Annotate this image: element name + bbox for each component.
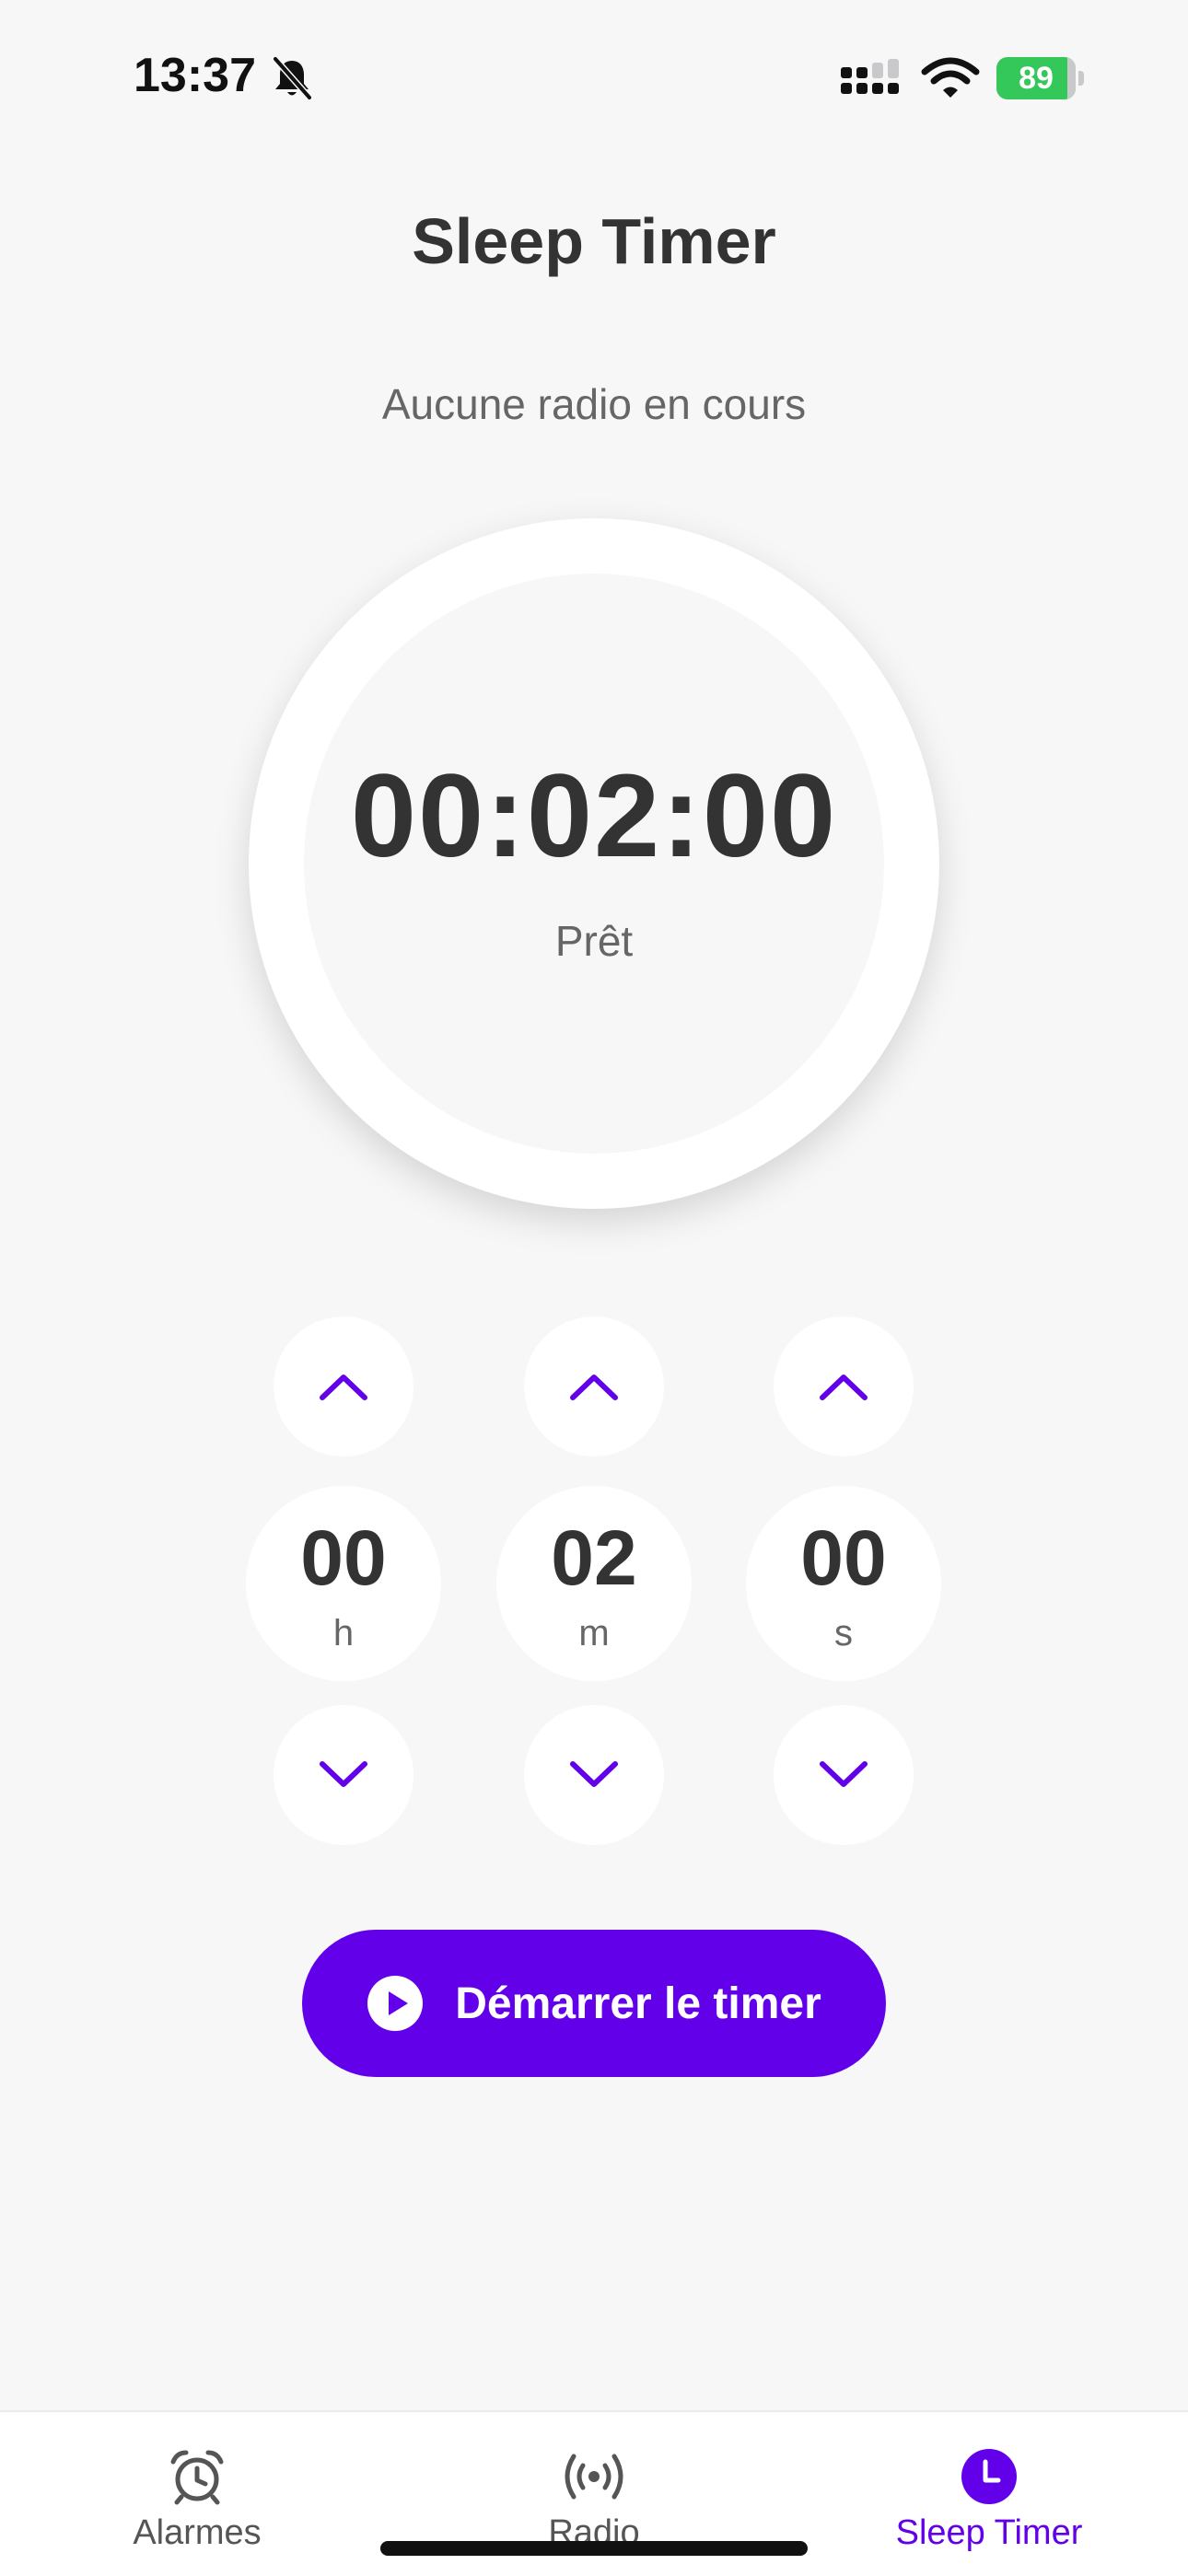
clock-icon	[961, 2449, 1017, 2504]
timer-display: 00:02:00	[350, 750, 838, 882]
chevron-up-icon	[820, 1375, 868, 1400]
minutes-value-display: 02 m	[496, 1486, 692, 1681]
seconds-decrement-button[interactable]	[774, 1705, 914, 1845]
hours-stepper: 00 h	[246, 1317, 441, 1851]
chevron-up-icon	[320, 1375, 367, 1400]
minutes-stepper: 02 m	[496, 1317, 692, 1851]
tab-alarmes[interactable]: Alarmes	[59, 2412, 335, 2576]
hours-value: 00	[300, 1514, 387, 1601]
chevron-down-icon	[820, 1761, 868, 1787]
chevron-up-icon	[570, 1375, 618, 1400]
radio-status-text: Aucune radio en cours	[381, 380, 807, 428]
home-indicator	[380, 2541, 808, 2556]
chevron-down-icon	[570, 1761, 618, 1787]
tab-sleep-timer-label: Sleep Timer	[895, 2513, 1083, 2552]
page-title: Sleep Timer	[412, 205, 776, 277]
battery-charging-icon: 89	[996, 57, 1085, 99]
seconds-unit: s	[834, 1613, 853, 1654]
play-circle-icon	[367, 1976, 424, 2031]
seconds-value-display: 00 s	[746, 1486, 941, 1681]
chevron-down-icon	[320, 1761, 367, 1787]
minutes-unit: m	[578, 1613, 610, 1654]
hours-unit: h	[332, 1613, 355, 1654]
timer-status: Prêt	[554, 917, 634, 965]
minutes-value: 02	[551, 1514, 637, 1601]
tab-sleep-timer[interactable]: Sleep Timer	[851, 2412, 1127, 2576]
tab-alarmes-label: Alarmes	[133, 2513, 262, 2552]
hours-decrement-button[interactable]	[274, 1705, 413, 1845]
hours-value-display: 00 h	[246, 1486, 441, 1681]
bell-slash-icon	[273, 56, 312, 100]
status-time: 13:37	[134, 49, 256, 102]
cellular-signal-icon	[841, 59, 899, 94]
wifi-icon	[921, 57, 980, 98]
hours-increment-button[interactable]	[274, 1317, 413, 1456]
status-bar: 13:37 89	[0, 0, 1188, 157]
minutes-increment-button[interactable]	[524, 1317, 664, 1456]
seconds-stepper: 00 s	[746, 1317, 941, 1851]
timer-ring: 00:02:00 Prêt	[249, 518, 939, 1209]
radio-broadcast-icon	[565, 2454, 623, 2500]
battery-level: 89	[1019, 61, 1054, 96]
alarm-clock-icon	[170, 2450, 224, 2505]
minutes-decrement-button[interactable]	[524, 1705, 664, 1845]
seconds-value: 00	[800, 1514, 887, 1601]
seconds-increment-button[interactable]	[774, 1317, 914, 1456]
start-timer-button[interactable]: Démarrer le timer	[302, 1930, 886, 2077]
start-timer-label: Démarrer le timer	[455, 1978, 821, 2028]
